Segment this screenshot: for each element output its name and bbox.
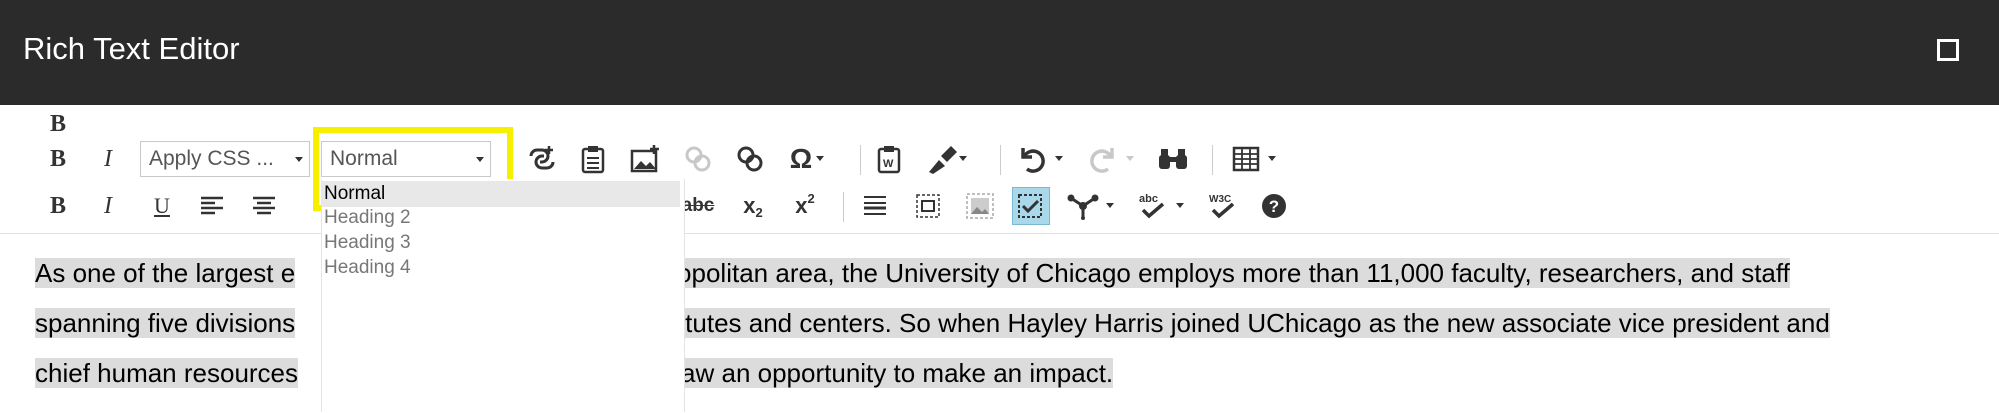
css-class-combo-value: Apply CSS ...	[149, 147, 274, 170]
svg-text:W: W	[883, 158, 894, 170]
find-replace-icon[interactable]	[1154, 140, 1192, 178]
horizontal-rule-icon[interactable]	[856, 187, 894, 225]
link-icon[interactable]	[523, 140, 561, 178]
help-icon[interactable]: ?	[1255, 187, 1293, 225]
format-dropdown: Normal Heading 2 Heading 3 Heading 4	[321, 179, 685, 412]
align-center-icon[interactable]	[245, 187, 283, 225]
paste-icon[interactable]	[574, 140, 612, 178]
format-option-normal[interactable]: Normal	[322, 181, 680, 207]
chevron-down-icon[interactable]	[956, 140, 970, 178]
css-class-combo[interactable]: Apply CSS ...	[140, 141, 310, 177]
w3c-validate-icon[interactable]: W3C	[1204, 187, 1242, 225]
image-placeholder-icon[interactable]	[961, 187, 999, 225]
window-title: Rich Text Editor	[23, 31, 240, 66]
format-option-heading-2[interactable]: Heading 2	[324, 207, 411, 229]
italic-button[interactable]: I	[89, 140, 127, 178]
toolbar-separator	[860, 145, 861, 175]
maximize-icon[interactable]	[1937, 39, 1959, 61]
chevron-down-icon[interactable]	[1265, 140, 1279, 178]
chevron-down-icon[interactable]	[813, 140, 827, 178]
anchor-link-icon[interactable]	[731, 140, 769, 178]
spell-check-icon[interactable]: abc	[1134, 187, 1172, 225]
table-icon[interactable]	[1227, 140, 1265, 178]
bold-button[interactable]: B	[39, 140, 77, 178]
text-line-1b: tropolitan area, the University of Chica…	[661, 258, 1790, 288]
bold-button[interactable]: B	[39, 105, 77, 143]
chevron-down-icon[interactable]	[1173, 187, 1187, 225]
subscript-icon[interactable]: x2	[734, 187, 772, 225]
svg-text:W3C: W3C	[1209, 194, 1231, 205]
unlink-icon[interactable]	[679, 140, 717, 178]
chevron-down-icon[interactable]	[1123, 140, 1137, 178]
text-line-2a: spanning five divisions	[35, 308, 296, 338]
underline-button[interactable]: U	[143, 187, 181, 225]
redo-icon[interactable]	[1084, 140, 1122, 178]
editor-content[interactable]: As one of the largest e tropolitan area, …	[0, 233, 1999, 413]
toolbar-separator	[1000, 145, 1001, 175]
plugin-icon[interactable]	[1064, 187, 1102, 225]
svg-text:abc: abc	[1139, 193, 1158, 205]
toolbar-separator	[1212, 145, 1213, 175]
title-bar: Rich Text Editor	[0, 0, 1999, 105]
chevron-down-icon[interactable]	[1103, 187, 1117, 225]
italic-button[interactable]: I	[89, 187, 127, 225]
text-line-3b: saw an opportunity to make an impact.	[668, 358, 1114, 388]
strikethrough-icon[interactable]: abc	[680, 187, 716, 225]
format-option-heading-4[interactable]: Heading 4	[324, 257, 411, 279]
chevron-down-icon[interactable]	[1052, 140, 1066, 178]
align-left-icon[interactable]	[193, 187, 231, 225]
format-option-heading-3[interactable]: Heading 3	[324, 232, 411, 254]
spellcheck-toggle-icon[interactable]	[1012, 187, 1050, 225]
text-line-3a: chief human resources	[35, 358, 299, 388]
superscript-icon[interactable]: x2	[786, 187, 824, 225]
toolbar-separator	[843, 192, 844, 222]
show-blocks-icon[interactable]	[909, 187, 947, 225]
undo-icon[interactable]	[1013, 140, 1051, 178]
chevron-down-icon	[295, 157, 303, 162]
svg-text:?: ?	[1269, 197, 1279, 216]
text-line-2b: stitutes and centers. So when Hayley Har…	[659, 308, 1830, 338]
insert-image-icon[interactable]	[626, 140, 664, 178]
paste-word-icon[interactable]: W	[870, 140, 908, 178]
bold-button[interactable]: B	[39, 187, 77, 225]
text-line-1a: As one of the largest e	[35, 258, 296, 288]
